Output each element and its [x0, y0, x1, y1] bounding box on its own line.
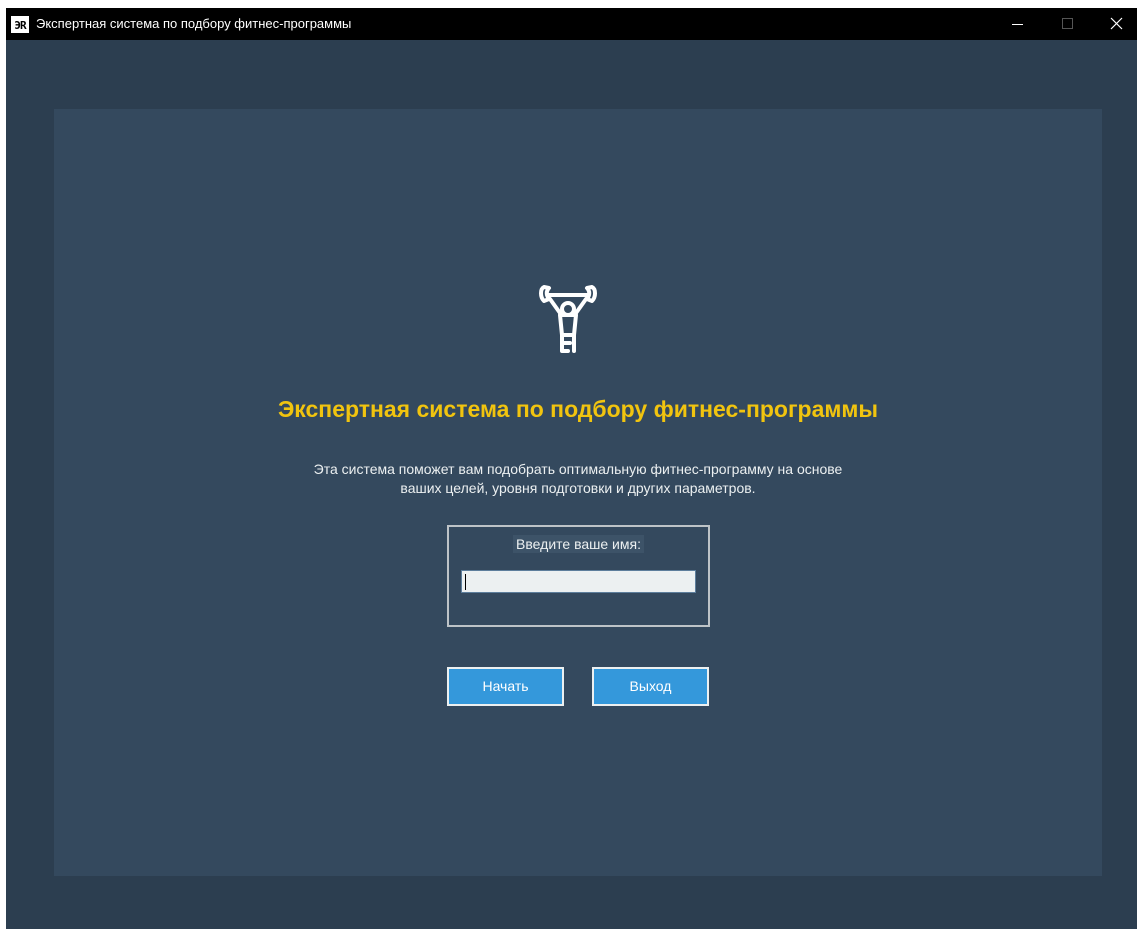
description-text: Эта система поможет вам подобрать оптима… — [228, 460, 928, 498]
close-icon — [1110, 17, 1123, 30]
description-line-2: ваших целей, уровня подготовки и других … — [400, 480, 756, 496]
app-icon[interactable]: ЭR — [11, 16, 29, 33]
start-button[interactable]: Начать — [447, 667, 564, 706]
minimize-icon — [1012, 24, 1023, 25]
description-line-1: Эта система поможет вам подобрать оптима… — [313, 461, 843, 477]
name-input[interactable] — [461, 570, 696, 593]
name-entry-frame: Введите ваше имя: — [447, 525, 710, 627]
title-bar[interactable]: ЭR Экспертная система по подбору фитнес-… — [6, 8, 1137, 40]
page-title: Экспертная система по подбору фитнес-про… — [277, 396, 879, 422]
window-title: Экспертная система по подбору фитнес-про… — [36, 16, 352, 31]
name-label: Введите ваше имя: — [513, 535, 644, 553]
name-label-wrap: Введите ваше имя: — [449, 535, 708, 553]
minimize-button[interactable] — [995, 8, 1041, 40]
weightlifter-icon — [539, 285, 597, 353]
close-button[interactable] — [1093, 8, 1137, 40]
exit-button[interactable]: Выход — [592, 667, 709, 706]
maximize-icon — [1062, 18, 1073, 29]
app-window: ЭR Экспертная система по подбору фитнес-… — [6, 8, 1137, 929]
text-caret — [465, 574, 466, 590]
main-panel: Экспертная система по подбору фитнес-про… — [54, 109, 1102, 876]
maximize-button[interactable] — [1044, 8, 1090, 40]
